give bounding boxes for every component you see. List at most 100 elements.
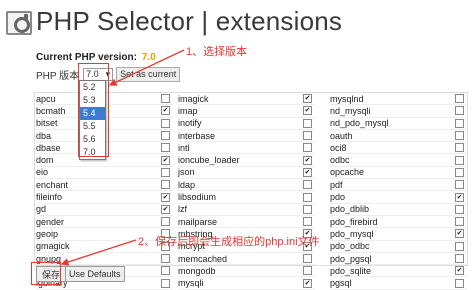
extension-checkbox[interactable]: ✔ <box>303 278 312 288</box>
extension-name: dbase <box>36 142 61 153</box>
extension-name: pgsql <box>330 278 352 289</box>
extension-checkbox[interactable]: ✔ <box>455 266 464 276</box>
extension-row: pdo_mysql ✔ <box>330 228 467 241</box>
extension-name: pdo_dblib <box>330 204 370 215</box>
extension-checkbox[interactable] <box>455 106 464 116</box>
annotation-box-save <box>31 262 61 285</box>
extension-name: inotify <box>178 118 202 129</box>
extension-checkbox[interactable] <box>303 254 312 263</box>
extension-checkbox[interactable] <box>455 155 464 165</box>
extension-checkbox[interactable] <box>303 180 312 190</box>
extension-checkbox[interactable]: ✔ <box>161 192 170 202</box>
extension-row: pgsql <box>330 277 467 290</box>
php-selector-icon <box>4 8 32 35</box>
extension-checkbox[interactable] <box>455 204 464 214</box>
extension-checkbox[interactable]: ✔ <box>161 204 170 214</box>
extension-checkbox[interactable] <box>455 254 464 263</box>
extension-name: pdf <box>330 179 343 190</box>
extension-checkbox[interactable] <box>161 278 170 288</box>
extension-checkbox[interactable]: ✔ <box>161 106 170 116</box>
extension-name: gd <box>36 204 47 215</box>
extension-row: fileinfo ✔ <box>36 191 173 204</box>
extension-name: gender <box>36 216 65 227</box>
extension-checkbox[interactable]: ✔ <box>303 167 312 177</box>
extension-checkbox[interactable] <box>455 118 464 128</box>
extension-checkbox[interactable] <box>455 217 464 227</box>
extension-checkbox[interactable]: ✔ <box>455 229 464 239</box>
extension-row: inotify <box>178 118 315 130</box>
extension-checkbox[interactable] <box>161 143 170 153</box>
extension-name: nd_pdo_mysql <box>330 118 389 129</box>
set-current-button[interactable]: Set as current <box>116 66 181 82</box>
annotation-step1: 1、选择版本 <box>186 46 248 58</box>
extension-row: ioncube_loader ✔ <box>178 154 315 167</box>
extension-row: interbase <box>178 130 315 143</box>
extension-name: imagick <box>178 93 209 104</box>
extension-checkbox[interactable] <box>303 131 312 141</box>
extension-checkbox[interactable] <box>455 180 464 190</box>
extension-row: oci8 <box>330 142 467 155</box>
extension-name: geoip <box>36 228 59 239</box>
extension-checkbox[interactable] <box>161 217 170 227</box>
extension-name: apcu <box>36 93 56 104</box>
use-defaults-button[interactable]: Use Defaults <box>65 266 125 282</box>
page-title: PHP Selector | extensions <box>36 5 343 36</box>
extension-checkbox[interactable] <box>303 192 312 202</box>
extension-checkbox[interactable] <box>455 278 464 288</box>
extension-name: dba <box>36 130 52 141</box>
extension-checkbox[interactable]: ✔ <box>303 94 312 104</box>
annotation-box-version <box>78 63 109 157</box>
extension-checkbox[interactable] <box>303 217 312 227</box>
extension-checkbox[interactable] <box>455 167 464 177</box>
extension-name: bcmath <box>36 105 66 116</box>
annotation-step2: 2、保存后即会生成相应的php.ini文件 <box>138 236 320 248</box>
extension-checkbox[interactable]: ✔ <box>303 155 312 165</box>
extension-name: ldap <box>178 179 196 190</box>
extension-checkbox[interactable] <box>161 131 170 141</box>
extension-checkbox[interactable]: ✔ <box>161 155 170 165</box>
extension-row: mongodb <box>178 265 315 278</box>
extension-checkbox[interactable] <box>161 180 170 190</box>
extension-row: pdo_sqlite ✔ <box>330 265 467 278</box>
extension-row: intl <box>178 142 315 155</box>
extension-name: mysqli <box>178 278 204 289</box>
extension-checkbox[interactable] <box>161 266 170 276</box>
extension-row: nd_mysqli <box>330 105 467 118</box>
extension-name: pdo <box>330 192 346 203</box>
extension-name: opcache <box>330 167 365 178</box>
extension-row: odbc <box>330 154 467 167</box>
extension-row: pdo_pgsql <box>330 253 467 266</box>
extension-name: bitset <box>36 118 58 129</box>
extension-checkbox[interactable] <box>161 118 170 128</box>
extension-checkbox[interactable] <box>161 167 170 177</box>
current-version: Current PHP version: 7.0 <box>36 52 156 63</box>
extension-checkbox[interactable] <box>161 94 170 104</box>
extension-name: interbase <box>178 130 216 141</box>
extension-checkbox[interactable] <box>303 118 312 128</box>
extension-row: eio <box>36 167 173 180</box>
extension-row: imagick ✔ <box>178 93 315 106</box>
extension-name: odbc <box>330 155 350 166</box>
current-version-label: Current PHP version: <box>36 52 137 63</box>
extension-row: memcached <box>178 253 315 266</box>
extension-name: pdo_pgsql <box>330 253 372 264</box>
extension-checkbox[interactable] <box>455 241 464 251</box>
extension-row: json ✔ <box>178 167 315 180</box>
extension-name: pdo_sqlite <box>330 265 372 276</box>
extension-checkbox[interactable] <box>303 204 312 214</box>
extension-checkbox[interactable] <box>455 131 464 141</box>
extension-checkbox[interactable] <box>455 143 464 153</box>
extension-name: dom <box>36 155 54 166</box>
extension-name: mailparse <box>178 216 218 227</box>
extension-checkbox[interactable]: ✔ <box>455 192 464 202</box>
extension-checkbox[interactable] <box>303 266 312 276</box>
extension-name: memcached <box>178 253 228 264</box>
extension-name: pdo_odbc <box>330 241 370 252</box>
extension-checkbox[interactable]: ✔ <box>303 106 312 116</box>
extension-name: fileinfo <box>36 192 63 203</box>
extension-checkbox[interactable] <box>303 143 312 153</box>
extension-row: opcache <box>330 167 467 180</box>
extension-row: pdo_firebird <box>330 216 467 229</box>
extension-checkbox[interactable] <box>161 254 170 263</box>
extension-checkbox[interactable] <box>455 94 464 104</box>
